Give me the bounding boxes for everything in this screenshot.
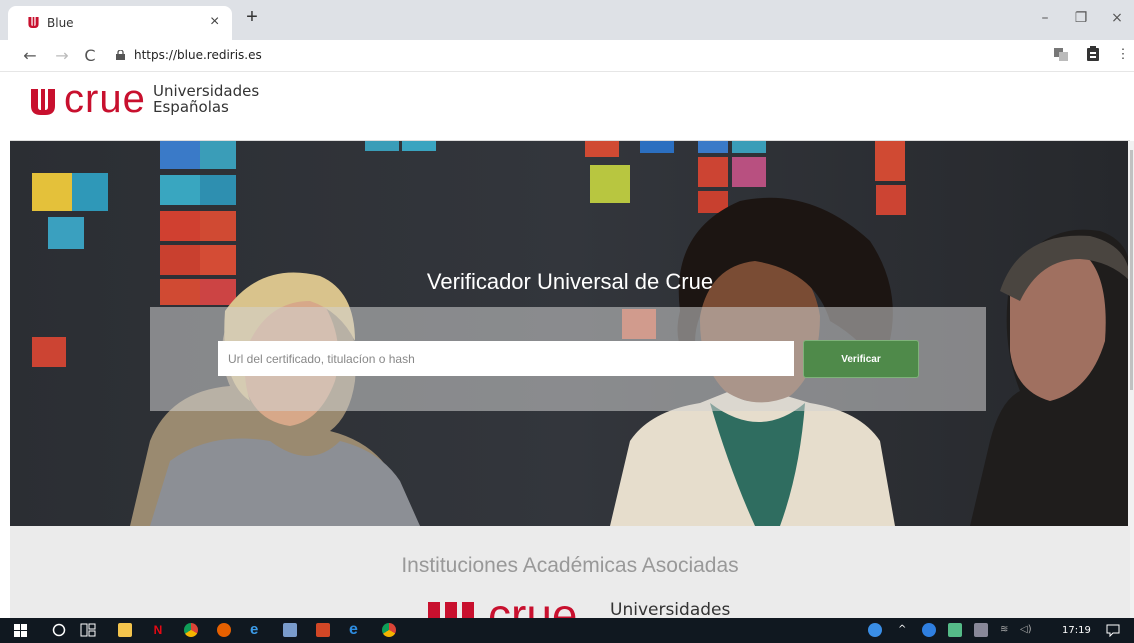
browser-tab-bar: Blue × + – ❐ × — [0, 0, 1134, 40]
lock-icon — [116, 50, 125, 60]
wifi-icon[interactable]: ≋ — [1000, 624, 1008, 635]
netflix-icon[interactable]: N — [151, 623, 165, 637]
chrome-alt-icon[interactable] — [382, 623, 396, 637]
tray-shield-icon[interactable] — [948, 623, 962, 637]
restore-button[interactable]: ❐ — [1066, 10, 1096, 26]
associated-logo-word: crue — [488, 598, 577, 620]
hero-title: Verificador Universal de Crue — [426, 269, 714, 294]
taskbar-clock[interactable]: 17:19 — [1062, 625, 1091, 636]
extension-icon[interactable] — [1084, 46, 1102, 64]
windows-taskbar: N e e ^ ≋ ◁) 17:19 — [0, 618, 1134, 643]
search-panel: Verificar — [150, 307, 986, 411]
firefox-icon[interactable] — [217, 623, 231, 637]
tab-close-icon[interactable]: × — [210, 13, 219, 31]
reload-button[interactable]: C — [80, 46, 100, 65]
browser-toolbar: ← → C https://blue.rediris.es ⋮ — [0, 40, 1134, 72]
ie-icon[interactable]: e — [349, 622, 363, 638]
hero-banner: Verificador Universal de Crue Verificar — [10, 141, 1130, 526]
edge-icon[interactable]: e — [250, 622, 264, 637]
powerpoint-icon[interactable] — [316, 623, 330, 637]
site-header: crue Universidades Españolas — [10, 73, 1130, 141]
logo-wordmark: crue — [64, 77, 146, 121]
back-button[interactable]: ← — [20, 46, 40, 65]
tray-app-icon[interactable] — [922, 623, 936, 637]
volume-icon[interactable]: ◁) — [1020, 624, 1032, 635]
tab-title: Blue — [47, 16, 74, 30]
browser-tab[interactable]: Blue × — [8, 6, 232, 40]
crue-favicon-icon — [28, 17, 39, 28]
tray-chevron-icon[interactable]: ^ — [898, 624, 906, 635]
verify-button[interactable]: Verificar — [803, 340, 919, 378]
task-view-icon[interactable] — [80, 623, 96, 637]
file-explorer-icon[interactable] — [118, 623, 132, 637]
page-scrollbar-thumb[interactable] — [1130, 150, 1133, 390]
associated-institutions-section: Instituciones Académicas Asociadas crue … — [10, 526, 1130, 620]
forward-button[interactable]: → — [52, 46, 72, 65]
chrome-icon[interactable] — [184, 623, 198, 637]
certificate-search-input[interactable] — [218, 341, 794, 376]
paint-icon[interactable] — [283, 623, 297, 637]
tray-network-icon[interactable] — [974, 623, 988, 637]
menu-icon[interactable]: ⋮ — [1114, 46, 1132, 64]
logo-subtitle: Universidades Españolas — [153, 83, 259, 115]
associated-crue-logo[interactable]: crue Universidades — [416, 598, 736, 620]
logo-subtitle-line1: Universidades — [153, 82, 260, 100]
crue-logo-icon[interactable] — [31, 89, 55, 115]
new-tab-button[interactable]: + — [240, 6, 264, 32]
address-bar[interactable]: https://blue.rediris.es — [134, 48, 262, 62]
associated-institutions-title: Instituciones Académicas Asociadas — [401, 554, 739, 577]
translate-icon[interactable] — [1052, 46, 1070, 64]
associated-logo-subtitle: Universidades — [610, 600, 731, 620]
start-icon[interactable] — [14, 624, 27, 637]
help-icon[interactable] — [868, 623, 882, 637]
notification-icon[interactable] — [1106, 623, 1120, 637]
window-close-button[interactable]: × — [1102, 10, 1132, 26]
search-circle-icon[interactable] — [52, 623, 66, 637]
logo-subtitle-line2: Españolas — [153, 98, 229, 116]
minimize-button[interactable]: – — [1030, 10, 1060, 26]
